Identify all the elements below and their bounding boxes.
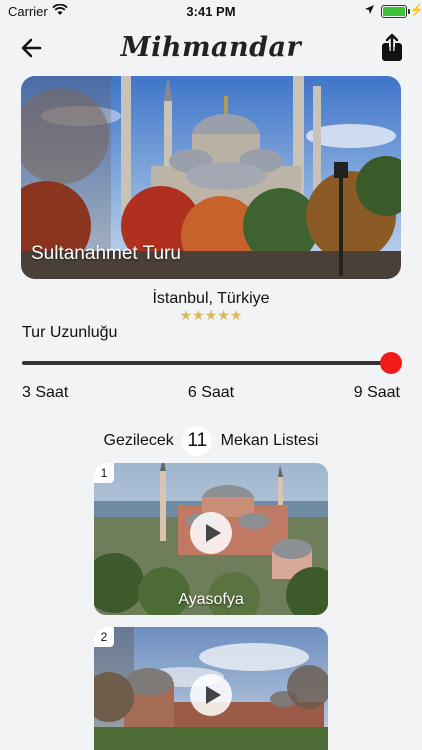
places-heading: Gezilecek 11 Mekan Listesi [0,426,422,456]
places-prefix: Gezilecek [103,432,174,449]
tour-location: İstanbul, Türkiye [152,290,270,307]
play-icon [206,524,221,542]
navigation-bar: Mihmandar [0,26,422,70]
tour-name: Sultanahmet Turu [31,243,181,264]
app-title: Mihmandar [120,32,302,63]
play-button[interactable] [190,512,232,554]
tour-duration-slider[interactable] [22,352,402,374]
slider-track [22,361,391,365]
status-time: 3:41 PM [186,4,236,19]
place-card[interactable]: 2 [94,627,328,750]
places-count-badge: 11 [182,426,213,456]
status-bar: Carrier 3:41 PM ⚡ [0,0,422,22]
charging-icon: ⚡ [409,3,422,17]
places-suffix: Mekan Listesi [220,432,319,449]
place-card[interactable]: 1 Ayasofya [94,463,328,615]
battery-icon [381,5,410,18]
duration-option-9h: 9 Saat [353,384,400,401]
place-name: Ayasofya [178,591,244,608]
play-icon [206,686,221,704]
location-arrow-icon [364,4,375,18]
tour-hero-image[interactable]: Sultanahmet Turu [21,76,401,279]
share-icon[interactable] [378,31,406,62]
play-button[interactable] [190,674,232,716]
rating-stars: ★★★★★ [179,307,243,323]
tour-duration-label: Tur Uzunluğu [22,324,118,341]
slider-thumb[interactable] [380,352,402,374]
place-index: 1 [94,463,114,483]
place-index: 2 [94,627,114,647]
